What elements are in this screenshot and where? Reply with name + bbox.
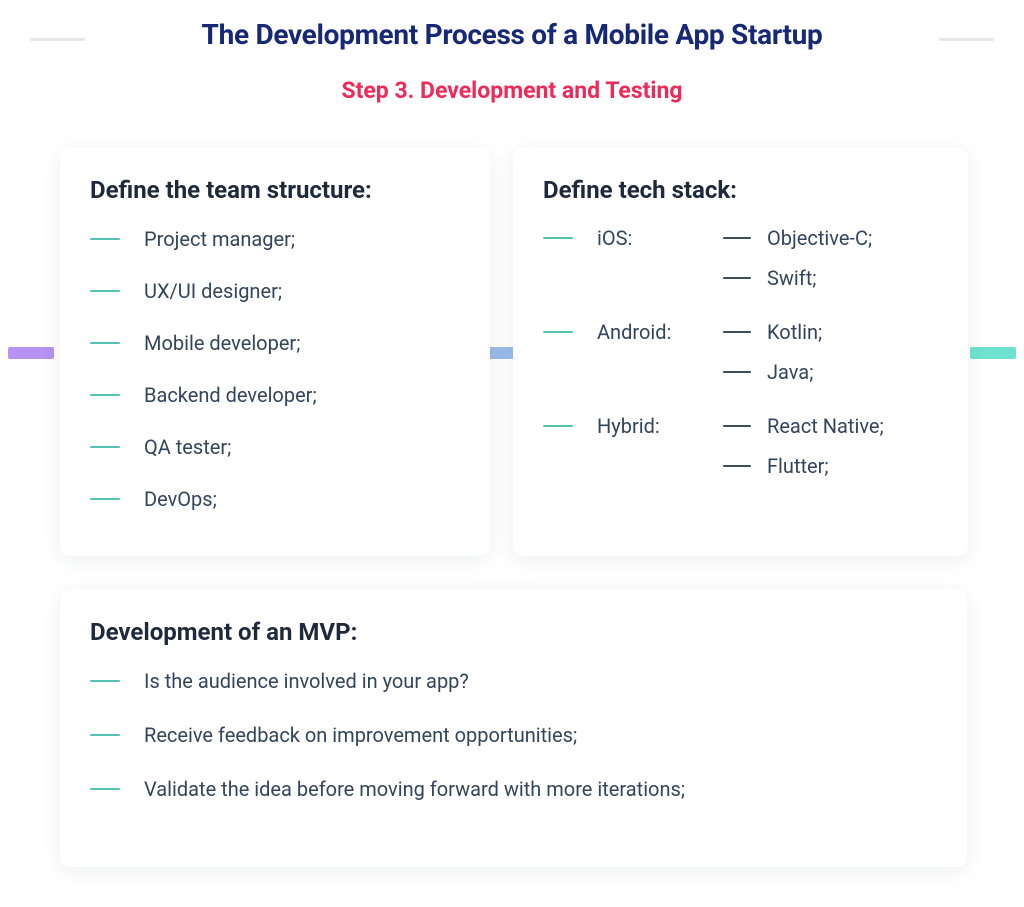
list-item-text: Is the audience involved in your app? — [144, 668, 469, 694]
dash-icon — [90, 498, 120, 500]
list-item: Backend developer; — [90, 382, 460, 408]
list-item-text: Swift; — [767, 266, 817, 290]
page-title: The Development Process of a Mobile App … — [0, 18, 1024, 51]
list-item: Kotlin; — [723, 320, 938, 344]
list-item: QA tester; — [90, 434, 460, 460]
dash-icon — [543, 425, 573, 427]
page-subtitle: Step 3. Development and Testing — [0, 77, 1024, 104]
list-item-text: Java; — [767, 360, 813, 384]
list-item: DevOps; — [90, 486, 460, 512]
dash-icon — [90, 342, 120, 344]
tech-platform-label: iOS: — [597, 226, 632, 250]
list-item-text: DevOps; — [144, 486, 217, 512]
card-team-heading: Define the team structure: — [90, 176, 460, 204]
dash-icon — [543, 237, 573, 239]
list-item-text: Objective-C; — [767, 226, 872, 250]
list-item-text: UX/UI designer; — [144, 278, 282, 304]
dash-icon — [90, 238, 120, 240]
list-item-text: Validate the idea before moving forward … — [144, 776, 685, 802]
dash-icon — [723, 277, 751, 279]
list-item-text: Receive feedback on improvement opportun… — [144, 722, 577, 748]
dash-icon — [90, 734, 120, 736]
list-item: Swift; — [723, 266, 938, 290]
list-item: Receive feedback on improvement opportun… — [90, 722, 937, 748]
card-tech-stack: Define tech stack: iOS: Objective-C; Swi… — [513, 148, 968, 556]
card-mvp: Development of an MVP: Is the audience i… — [60, 590, 967, 867]
tech-sublist: Kotlin; Java; — [723, 320, 938, 384]
list-item-text: QA tester; — [144, 434, 231, 460]
tech-row-android: Android: Kotlin; Java; — [543, 320, 938, 384]
dash-icon — [90, 788, 120, 790]
list-item: Mobile developer; — [90, 330, 460, 356]
card-tech-heading: Define tech stack: — [543, 176, 938, 204]
tech-platform: Hybrid: — [543, 414, 723, 438]
tech-sublist: Objective-C; Swift; — [723, 226, 938, 290]
list-item-text: Kotlin; — [767, 320, 822, 344]
tech-row-ios: iOS: Objective-C; Swift; — [543, 226, 938, 290]
dash-icon — [90, 446, 120, 448]
accent-bar-purple — [8, 347, 54, 359]
dash-icon — [543, 331, 573, 333]
list-item-text: Backend developer; — [144, 382, 317, 408]
list-item-text: Mobile developer; — [144, 330, 300, 356]
card-mvp-heading: Development of an MVP: — [90, 618, 937, 646]
tech-sublist: React Native; Flutter; — [723, 414, 938, 478]
list-item: React Native; — [723, 414, 938, 438]
list-item-text: Flutter; — [767, 454, 829, 478]
list-item-text: Project manager; — [144, 226, 295, 252]
list-item: Project manager; — [90, 226, 460, 252]
dash-icon — [90, 394, 120, 396]
list-item: UX/UI designer; — [90, 278, 460, 304]
dash-icon — [723, 331, 751, 333]
accent-bar-teal — [970, 347, 1016, 359]
list-item-text: React Native; — [767, 414, 884, 438]
dash-icon — [90, 680, 120, 682]
team-list: Project manager; UX/UI designer; Mobile … — [90, 226, 460, 512]
list-item: Validate the idea before moving forward … — [90, 776, 937, 802]
dash-icon — [723, 237, 751, 239]
dash-icon — [723, 425, 751, 427]
mvp-list: Is the audience involved in your app? Re… — [90, 668, 937, 802]
tech-platform: Android: — [543, 320, 723, 344]
list-item: Java; — [723, 360, 938, 384]
list-item: Is the audience involved in your app? — [90, 668, 937, 694]
tech-row-hybrid: Hybrid: React Native; Flutter; — [543, 414, 938, 478]
tech-platform-label: Hybrid: — [597, 414, 660, 438]
dash-icon — [90, 290, 120, 292]
dash-icon — [723, 465, 751, 467]
tech-platform-label: Android: — [597, 320, 671, 344]
tech-platform: iOS: — [543, 226, 723, 250]
dash-icon — [723, 371, 751, 373]
list-item: Flutter; — [723, 454, 938, 478]
list-item: Objective-C; — [723, 226, 938, 250]
card-team-structure: Define the team structure: Project manag… — [60, 148, 490, 556]
